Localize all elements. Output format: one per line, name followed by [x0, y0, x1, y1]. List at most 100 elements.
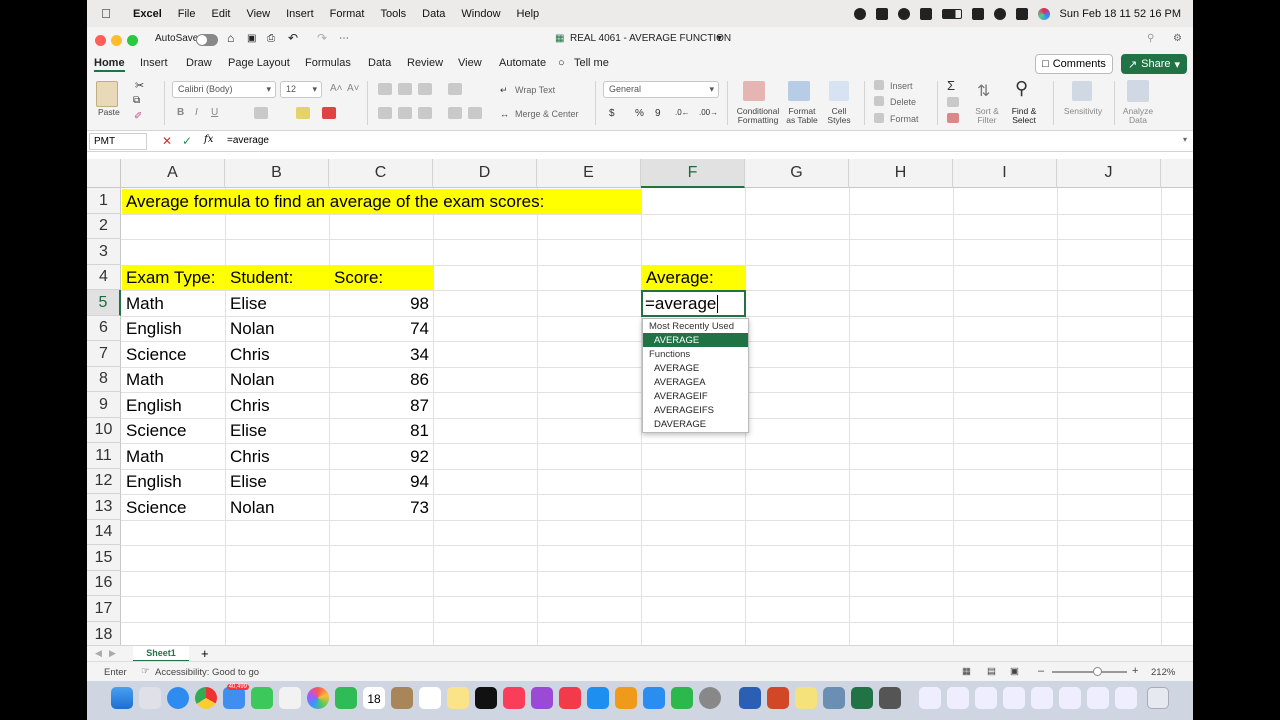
column-header-b[interactable]: B [225, 159, 329, 188]
cell-score[interactable]: 74 [330, 317, 433, 341]
copy-icon[interactable]: ⧉ [133, 95, 140, 106]
analyze-data-label[interactable]: Analyze Data [1121, 107, 1155, 125]
insert-cells-button[interactable]: Insert [890, 81, 913, 91]
zoom-level[interactable]: 212% [1151, 667, 1175, 678]
percent-icon[interactable]: % [635, 108, 644, 119]
row-header-12[interactable]: 12 [87, 469, 121, 494]
autosum-icon[interactable]: Σ [947, 78, 955, 93]
notes-icon[interactable] [447, 687, 469, 709]
share-button[interactable]: ↗ Share ▾ [1121, 54, 1187, 74]
bold-icon[interactable]: B [177, 107, 184, 118]
name-box[interactable]: PMT [89, 133, 147, 150]
cell-score[interactable]: 98 [330, 291, 433, 316]
align-middle-icon[interactable] [398, 83, 412, 95]
align-center-icon[interactable] [398, 107, 412, 119]
fill-color-icon[interactable] [296, 107, 310, 119]
row-header-2[interactable]: 2 [87, 214, 121, 239]
cell-student[interactable]: Nolan [226, 317, 329, 341]
row-header-9[interactable]: 9 [87, 392, 121, 418]
cell-exam[interactable]: Math [122, 444, 225, 469]
calculator-icon[interactable] [879, 687, 901, 709]
messages-icon[interactable] [251, 687, 273, 709]
sensitivity-label[interactable]: Sensitivity [1061, 107, 1105, 116]
numbers-icon[interactable] [671, 687, 693, 709]
font-size-select[interactable]: 12 ▾ [280, 81, 322, 98]
cell-student[interactable]: Elise [226, 419, 329, 443]
word-icon[interactable] [739, 687, 761, 709]
delete-cells-button[interactable]: Delete [890, 97, 916, 107]
column-header-j[interactable]: J [1057, 159, 1161, 188]
column-header-k[interactable] [1161, 159, 1193, 188]
cell-student[interactable]: Nolan [226, 495, 329, 520]
recent-document-icon[interactable] [1115, 687, 1137, 709]
cell-score[interactable]: 87 [330, 393, 433, 418]
focus-moon-icon[interactable] [897, 7, 910, 20]
preview-icon[interactable] [823, 687, 845, 709]
cell-student[interactable]: Chris [226, 342, 329, 367]
tab-insert[interactable]: Insert [140, 57, 168, 69]
minimize-window-button[interactable] [111, 35, 122, 46]
insert-function-icon[interactable]: fx [204, 134, 213, 145]
cell-student[interactable]: Elise [226, 291, 329, 316]
cell-exam[interactable]: Science [122, 495, 225, 520]
apple-icon[interactable]:  [87, 6, 125, 21]
cell-exam[interactable]: English [122, 393, 225, 418]
accessibility-status[interactable]: Accessibility: Good to go [155, 667, 259, 678]
sort-filter-icon[interactable]: ⇅ [977, 81, 990, 101]
home-icon[interactable]: ⌂ [227, 31, 234, 45]
music-icon[interactable] [503, 687, 525, 709]
cell-score[interactable]: 34 [330, 342, 433, 367]
orientation-icon[interactable] [448, 83, 462, 95]
photos-icon[interactable] [307, 687, 329, 709]
font-name-select[interactable]: Calibri (Body) ▾ [172, 81, 276, 98]
format-cells-button[interactable]: Format [890, 114, 919, 124]
menu-app[interactable]: Excel [125, 8, 170, 20]
formula-input[interactable]: =average [227, 135, 269, 146]
cell-exam[interactable]: English [122, 317, 225, 341]
underline-icon[interactable]: U [211, 107, 218, 118]
autocomplete-option-average[interactable]: AVERAGE [643, 361, 748, 375]
row-header-13[interactable]: 13 [87, 494, 121, 520]
news-icon[interactable] [559, 687, 581, 709]
menu-help[interactable]: Help [509, 8, 548, 20]
cell-c4-header[interactable]: Score: [330, 266, 433, 290]
tab-automate[interactable]: Automate [499, 57, 546, 69]
tab-data[interactable]: Data [368, 57, 391, 69]
cell-exam[interactable]: Math [122, 368, 225, 392]
stickies-icon[interactable] [795, 687, 817, 709]
column-header-f[interactable]: F [641, 159, 745, 188]
chrome-icon[interactable] [195, 687, 217, 709]
row-header-4[interactable]: 4 [87, 265, 121, 290]
select-all-corner[interactable] [87, 159, 121, 188]
menu-view[interactable]: View [238, 8, 278, 20]
undo-icon[interactable]: ↶ [288, 31, 298, 45]
mail-icon[interactable]: 40,499 [223, 684, 249, 709]
autosave-toggle[interactable] [196, 34, 218, 46]
search-icon[interactable]: ⚲ [1147, 33, 1154, 44]
system-settings-icon[interactable] [699, 687, 721, 709]
maps-icon[interactable] [279, 687, 301, 709]
row-header-1[interactable]: 1 [87, 188, 121, 214]
format-as-table-icon[interactable] [788, 81, 810, 101]
row-header-7[interactable]: 7 [87, 341, 121, 367]
menu-tools[interactable]: Tools [372, 8, 414, 20]
close-window-button[interactable] [95, 35, 106, 46]
autocomplete-option-averagea[interactable]: AVERAGEA [643, 375, 748, 389]
cell-exam[interactable]: Science [122, 419, 225, 443]
row-header-8[interactable]: 8 [87, 367, 121, 392]
zoom-slider-thumb[interactable] [1093, 667, 1102, 676]
cell-exam[interactable]: Science [122, 342, 225, 367]
zoom-in-button[interactable]: + [1132, 665, 1138, 677]
format-painter-icon[interactable]: ✐ [134, 111, 142, 122]
increase-decimal-icon[interactable]: .0← [675, 108, 690, 117]
recent-document-icon[interactable] [919, 687, 941, 709]
fill-icon[interactable] [947, 97, 959, 107]
cancel-formula-icon[interactable]: ✕ [162, 134, 172, 148]
cell-a1-title[interactable]: Average formula to find an average of th… [122, 189, 641, 214]
row-header-17[interactable]: 17 [87, 596, 121, 622]
accounting-format-icon[interactable]: $ [609, 108, 615, 119]
column-header-c[interactable]: C [329, 159, 433, 188]
row-header-15[interactable]: 15 [87, 545, 121, 571]
add-sheet-button[interactable]: + [201, 646, 209, 661]
previous-sheet-icon[interactable]: ◀ [95, 648, 102, 659]
